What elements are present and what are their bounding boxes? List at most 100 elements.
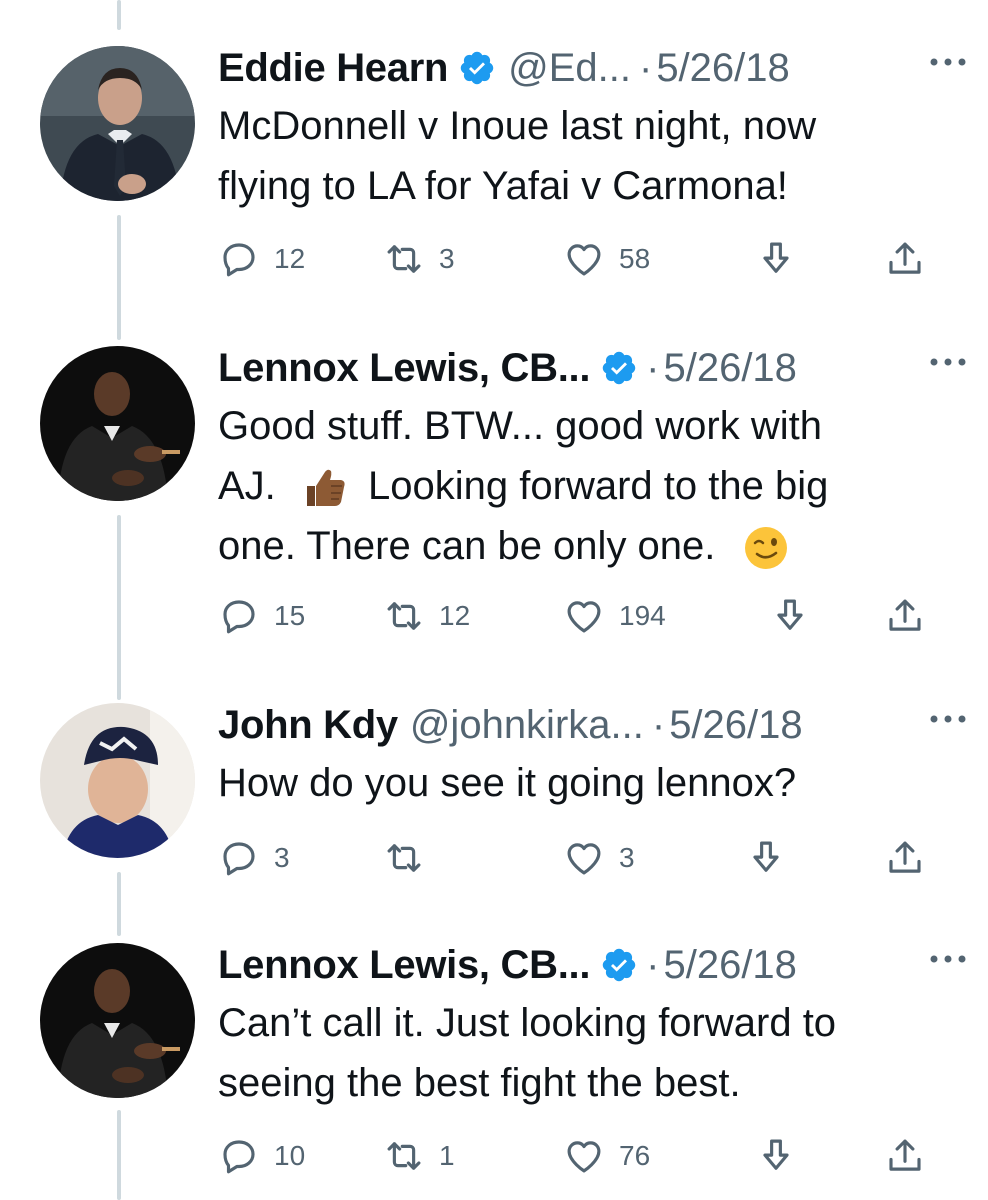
avatar-lennox-lewis[interactable] (40, 943, 195, 1098)
retweet-arrows-icon (387, 844, 421, 872)
download-button[interactable] (769, 591, 811, 641)
reply-count: 10 (274, 1140, 306, 1171)
avatar-lennox-lewis[interactable] (40, 346, 195, 501)
share-button[interactable] (884, 234, 926, 284)
avatar-john-kdy[interactable] (40, 703, 195, 858)
separator-dot: · (646, 942, 660, 987)
tweet-text-segment: Looking forward to the big (368, 464, 829, 508)
tweet-text: Good stuff. BTW... good work with AJ. Lo… (218, 396, 948, 576)
reply-bubble-icon (223, 243, 255, 277)
reply-button[interactable]: 15 (218, 591, 305, 641)
retweet-button[interactable]: 1 (383, 1131, 455, 1181)
share-upload-icon (889, 599, 921, 631)
tweet-text-line: Can’t call it. Just looking forward to (218, 1001, 837, 1045)
share-upload-icon (889, 1139, 921, 1171)
download-arrow-icon (753, 841, 779, 872)
thread-line-top (117, 0, 121, 30)
tweet-actions: 3 3 (218, 833, 938, 883)
tweet-1[interactable]: Eddie Hearn @Ed... · 5/26/18 McDonnell v… (0, 38, 988, 328)
tweet-text-line: one. There can be only one. (218, 516, 948, 576)
reply-count: 15 (274, 600, 306, 631)
tweet-2[interactable]: Lennox Lewis, CB... · 5/26/18 Good stuff… (0, 338, 988, 678)
tweet-3[interactable]: John Kdy @johnkirka... · 5/26/18 How do … (0, 695, 988, 905)
share-button[interactable] (884, 1131, 926, 1181)
like-button[interactable]: 194 (563, 591, 666, 641)
like-count: 58 (619, 243, 651, 274)
tweet-date[interactable]: 5/26/18 (669, 703, 802, 748)
reply-button[interactable]: 12 (218, 234, 305, 284)
retweet-button[interactable]: 12 (383, 591, 470, 641)
author-name[interactable]: Lennox Lewis, CB... (218, 346, 590, 391)
retweet-count: 3 (439, 243, 455, 274)
like-button[interactable]: 58 (563, 234, 650, 284)
like-button[interactable]: 3 (563, 833, 635, 883)
more-dots-icon[interactable] (926, 709, 970, 729)
heart-icon (567, 1141, 601, 1173)
thumbs-up-emoji-icon (306, 470, 345, 507)
more-dots-icon[interactable] (926, 949, 970, 969)
download-button[interactable] (755, 1131, 797, 1181)
tweet-text-line: seeing the best fight the best. (218, 1061, 741, 1105)
heart-icon (567, 601, 601, 633)
tweet-4[interactable]: Lennox Lewis, CB... · 5/26/18 Can’t call… (0, 935, 988, 1200)
author-name[interactable]: Lennox Lewis, CB... (218, 943, 590, 988)
tweet-text-segment: AJ. (218, 464, 276, 508)
verified-badge-icon (460, 51, 494, 85)
like-count: 3 (619, 842, 635, 873)
author-name[interactable]: John Kdy (218, 703, 398, 748)
tweet-text-line: Good stuff. BTW... good work with (218, 404, 822, 448)
like-count: 194 (619, 600, 666, 631)
tweet-text-segment: one. There can be only one. (218, 524, 716, 568)
download-arrow-icon (763, 1139, 789, 1170)
tweet-text: McDonnell v Inoue last night, now flying… (218, 96, 948, 216)
reply-count: 3 (274, 842, 290, 873)
tweet-text-line: AJ. Looking forward to the big (218, 456, 948, 516)
tweet-text-line: How do you see it going lennox? (218, 761, 797, 805)
verified-badge-icon (602, 351, 636, 385)
tweet-actions: 12 3 58 (218, 234, 938, 284)
separator-dot: · (646, 345, 660, 390)
tweet-text: Can’t call it. Just looking forward to s… (218, 993, 948, 1113)
reply-bubble-icon (223, 600, 255, 634)
share-button[interactable] (884, 833, 926, 883)
like-count: 76 (619, 1140, 651, 1171)
reply-bubble-icon (223, 842, 255, 876)
retweet-arrows-icon (387, 1142, 421, 1170)
tweet-text: How do you see it going lennox? (218, 753, 948, 813)
tweet-date[interactable]: 5/26/18 (663, 346, 796, 391)
download-button[interactable] (755, 234, 797, 284)
retweet-button[interactable] (383, 833, 439, 883)
separator-dot: · (651, 702, 666, 747)
author-handle[interactable]: @Ed... (508, 46, 631, 91)
share-upload-icon (889, 242, 921, 274)
heart-icon (567, 244, 601, 276)
download-button[interactable] (745, 833, 787, 883)
like-button[interactable]: 76 (563, 1131, 650, 1181)
retweet-count: 1 (439, 1140, 455, 1171)
tweet-text-line: flying to LA for Yafai v Carmona! (218, 164, 788, 208)
tweet-text-line: McDonnell v Inoue last night, now (218, 104, 817, 148)
avatar-eddie-hearn[interactable] (40, 46, 195, 201)
reply-bubble-icon (223, 1140, 255, 1174)
author-name[interactable]: Eddie Hearn (218, 46, 448, 91)
tweet-actions: 15 12 194 (218, 591, 938, 641)
share-button[interactable] (884, 591, 926, 641)
more-dots-icon[interactable] (926, 52, 970, 72)
winking-face-emoji-icon (744, 527, 787, 570)
download-arrow-icon (763, 242, 789, 273)
tweet-date[interactable]: 5/26/18 (663, 943, 796, 988)
retweet-arrows-icon (387, 245, 421, 273)
reply-button[interactable]: 3 (218, 833, 290, 883)
tweet-actions: 10 1 76 (218, 1131, 938, 1181)
separator-dot: · (638, 45, 653, 90)
retweet-count: 12 (439, 600, 471, 631)
verified-badge-icon (602, 948, 636, 982)
author-handle[interactable]: @johnkirka... (410, 703, 644, 748)
reply-count: 12 (274, 243, 306, 274)
tweet-date[interactable]: 5/26/18 (656, 46, 789, 91)
reply-button[interactable]: 10 (218, 1131, 305, 1181)
retweet-button[interactable]: 3 (383, 234, 455, 284)
more-dots-icon[interactable] (926, 352, 970, 372)
share-upload-icon (889, 841, 921, 873)
heart-icon (567, 843, 601, 875)
